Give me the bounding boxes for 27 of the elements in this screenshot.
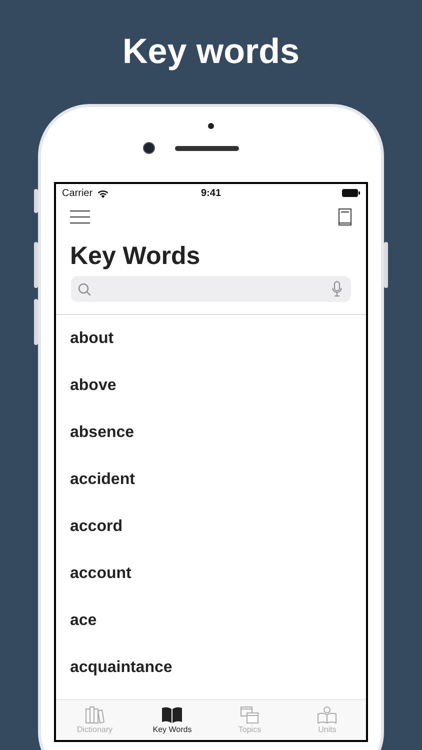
cards-icon (240, 706, 260, 724)
word-item[interactable]: ace (70, 611, 97, 645)
word-item[interactable]: about (70, 329, 114, 363)
headline: Key words (122, 31, 300, 73)
word-item[interactable]: acquaintance (70, 658, 172, 692)
page-title: Key Words (70, 241, 200, 272)
tab[interactable]: Key Words (134, 700, 211, 740)
word-item[interactable]: above (70, 376, 116, 410)
word-item[interactable]: account (70, 564, 132, 598)
word-item[interactable]: accord (70, 517, 122, 551)
speaker-icon (175, 146, 239, 150)
reader-icon (316, 706, 338, 724)
wifi-icon (96, 188, 109, 198)
battery-icon (342, 189, 360, 197)
search-field[interactable] (71, 276, 351, 302)
carrier-label: Carrier (62, 188, 93, 198)
search-icon (78, 282, 91, 296)
word-item[interactable]: absence (70, 423, 134, 457)
menu-icon[interactable] (70, 210, 90, 224)
clock: 9:41 (201, 188, 221, 198)
word-item[interactable]: accident (70, 470, 135, 504)
sensor-icon (208, 123, 214, 129)
camera-icon (143, 142, 155, 154)
book-icon[interactable] (338, 208, 352, 226)
books-icon (84, 706, 105, 724)
microphone-icon[interactable] (332, 281, 342, 297)
open-book-icon (161, 706, 184, 724)
